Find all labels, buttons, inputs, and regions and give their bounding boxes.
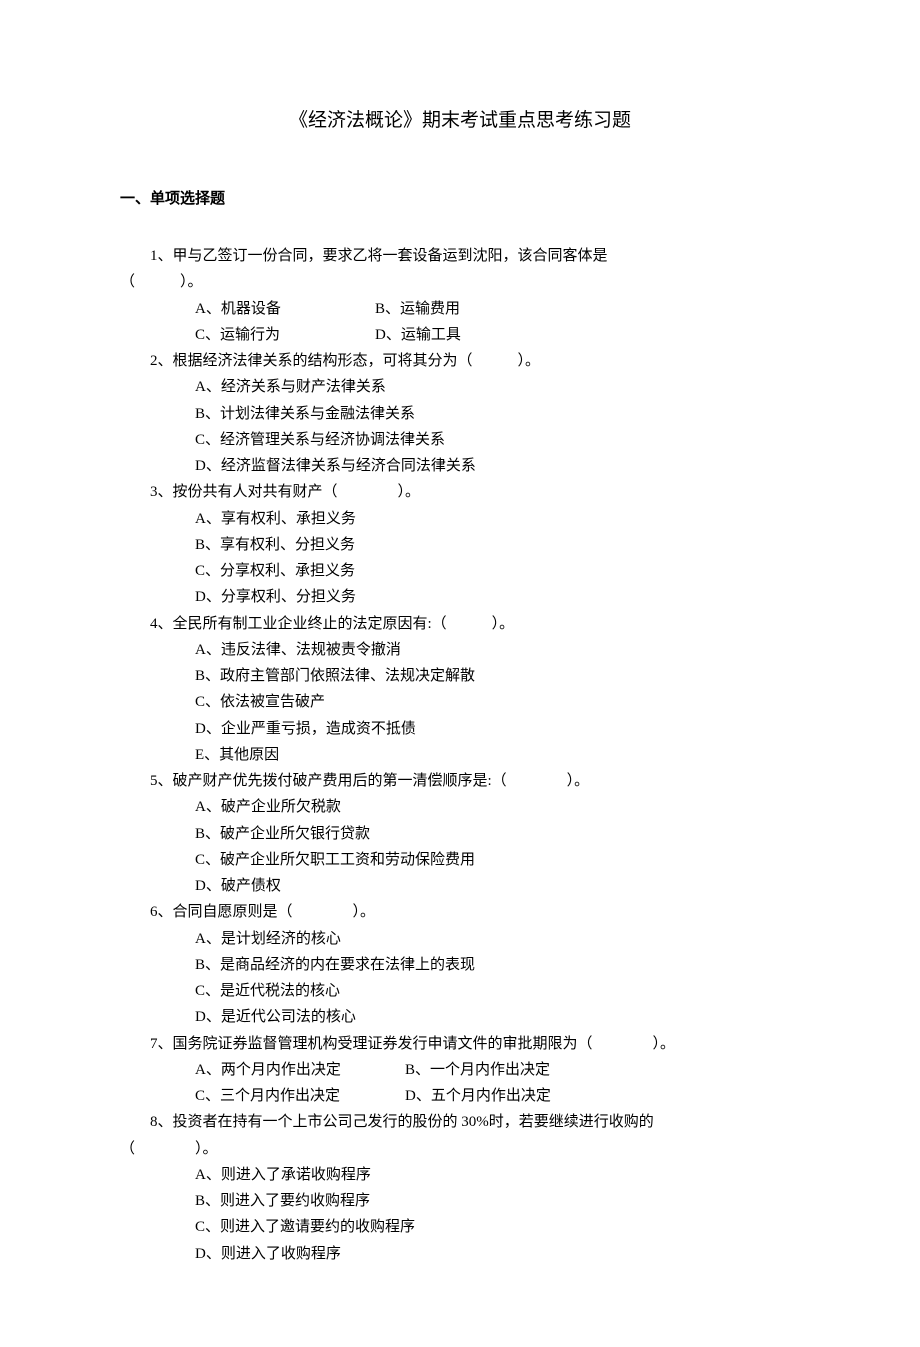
q5-option-c: C、破产企业所欠职工工资和劳动保险费用 xyxy=(120,847,800,873)
q3-option-c: C、分享权利、承担义务 xyxy=(120,558,800,584)
q7-option-b: B、一个月内作出决定 xyxy=(405,1057,550,1083)
q4-option-a: A、违反法律、法规被责令撤消 xyxy=(120,637,800,663)
question-3: 3、按份共有人对共有财产（ ）。 A、享有权利、承担义务 B、享有权利、分担义务… xyxy=(120,479,800,610)
question-8: 8、投资者在持有一个上市公司己发行的股份的 30%时，若要继续进行收购的 （ ）… xyxy=(120,1109,800,1267)
question-1: 1、甲与乙签订一份合同，要求乙将一套设备运到沈阳，该合同客体是 （ ）。 A、机… xyxy=(120,243,800,348)
q8-option-c: C、则进入了邀请要约的收购程序 xyxy=(120,1214,800,1240)
q4-option-d: D、企业严重亏损，造成资不抵债 xyxy=(120,716,800,742)
q3-option-a: A、享有权利、承担义务 xyxy=(120,506,800,532)
q3-stem: 3、按份共有人对共有财产（ ）。 xyxy=(120,479,800,505)
q1-option-c: C、运输行为 xyxy=(195,322,375,348)
q2-stem: 2、根据经济法律关系的结构形态，可将其分为（ ）。 xyxy=(120,348,800,374)
q5-option-d: D、破产债权 xyxy=(120,873,800,899)
q7-options-row2: C、三个月内作出决定D、五个月内作出决定 xyxy=(120,1083,800,1109)
q4-option-b: B、政府主管部门依照法律、法规决定解散 xyxy=(120,663,800,689)
q4-option-e: E、其他原因 xyxy=(120,742,800,768)
q1-options-row1: A、机器设备B、运输费用 xyxy=(120,296,800,322)
q7-option-c: C、三个月内作出决定 xyxy=(195,1083,405,1109)
question-5: 5、破产财产优先拨付破产费用后的第一清偿顺序是:（ ）。 A、破产企业所欠税款 … xyxy=(120,768,800,899)
q1-option-a: A、机器设备 xyxy=(195,296,375,322)
q1-stem-line1: 1、甲与乙签订一份合同，要求乙将一套设备运到沈阳，该合同客体是 xyxy=(120,243,800,269)
q8-stem-line1: 8、投资者在持有一个上市公司己发行的股份的 30%时，若要继续进行收购的 xyxy=(120,1109,800,1135)
q7-options-row1: A、两个月内作出决定B、一个月内作出决定 xyxy=(120,1057,800,1083)
q1-options-row2: C、运输行为D、运输工具 xyxy=(120,322,800,348)
q2-option-c: C、经济管理关系与经济协调法律关系 xyxy=(120,427,800,453)
q4-stem: 4、全民所有制工业企业终止的法定原因有:（ ）。 xyxy=(120,611,800,637)
q6-option-c: C、是近代税法的核心 xyxy=(120,978,800,1004)
question-4: 4、全民所有制工业企业终止的法定原因有:（ ）。 A、违反法律、法规被责令撤消 … xyxy=(120,611,800,769)
q2-option-b: B、计划法律关系与金融法律关系 xyxy=(120,401,800,427)
q8-stem-line2: （ ）。 xyxy=(120,1136,800,1162)
q8-option-a: A、则进入了承诺收购程序 xyxy=(120,1162,800,1188)
q3-option-b: B、享有权利、分担义务 xyxy=(120,532,800,558)
q4-option-c: C、依法被宣告破产 xyxy=(120,689,800,715)
question-6: 6、合同自愿原则是（ ）。 A、是计划经济的核心 B、是商品经济的内在要求在法律… xyxy=(120,899,800,1030)
document-page: 《经济法概论》期末考试重点思考练习题 一、单项选择题 1、甲与乙签订一份合同，要… xyxy=(0,0,920,1347)
question-7: 7、国务院证券监督管理机构受理证券发行申请文件的审批期限为（ ）。 A、两个月内… xyxy=(120,1031,800,1110)
q8-option-d: D、则进入了收购程序 xyxy=(120,1241,800,1267)
q5-option-a: A、破产企业所欠税款 xyxy=(120,794,800,820)
q6-option-a: A、是计划经济的核心 xyxy=(120,926,800,952)
q3-option-d: D、分享权利、分担义务 xyxy=(120,584,800,610)
document-title: 《经济法概论》期末考试重点思考练习题 xyxy=(120,105,800,132)
q6-option-d: D、是近代公司法的核心 xyxy=(120,1004,800,1030)
section-1-header: 一、单项选择题 xyxy=(120,187,800,208)
q1-stem-line2: （ ）。 xyxy=(120,269,800,295)
q1-option-d: D、运输工具 xyxy=(375,322,461,348)
q5-option-b: B、破产企业所欠银行贷款 xyxy=(120,821,800,847)
q5-stem: 5、破产财产优先拨付破产费用后的第一清偿顺序是:（ ）。 xyxy=(120,768,800,794)
q1-option-b: B、运输费用 xyxy=(375,296,460,322)
q2-option-a: A、经济关系与财产法律关系 xyxy=(120,374,800,400)
q6-option-b: B、是商品经济的内在要求在法律上的表现 xyxy=(120,952,800,978)
q7-stem: 7、国务院证券监督管理机构受理证券发行申请文件的审批期限为（ ）。 xyxy=(120,1031,800,1057)
q7-option-d: D、五个月内作出决定 xyxy=(405,1083,551,1109)
q7-option-a: A、两个月内作出决定 xyxy=(195,1057,405,1083)
q6-stem: 6、合同自愿原则是（ ）。 xyxy=(120,899,800,925)
question-2: 2、根据经济法律关系的结构形态，可将其分为（ ）。 A、经济关系与财产法律关系 … xyxy=(120,348,800,479)
q2-option-d: D、经济监督法律关系与经济合同法律关系 xyxy=(120,453,800,479)
q8-option-b: B、则进入了要约收购程序 xyxy=(120,1188,800,1214)
